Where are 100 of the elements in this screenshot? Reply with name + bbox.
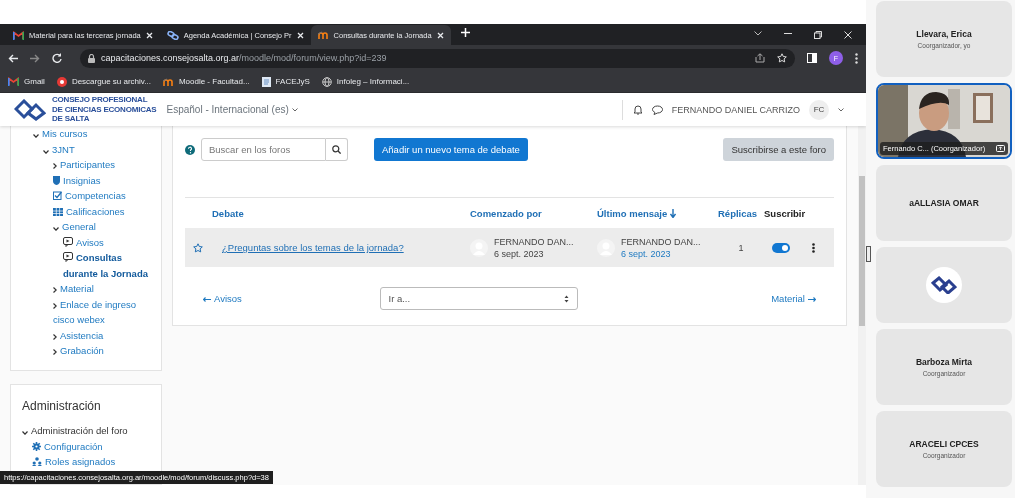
column-header[interactable]: Último mensaje xyxy=(597,207,718,219)
chevron-right-icon[interactable] xyxy=(53,287,57,293)
chevron-right-icon[interactable] xyxy=(53,163,57,169)
scrollbar[interactable] xyxy=(858,126,866,485)
back-icon[interactable] xyxy=(8,53,18,63)
block-title: Administración xyxy=(22,399,102,413)
nav-item[interactable]: Asistencia xyxy=(33,327,155,343)
participant-name: aALLASIA OMAR xyxy=(909,198,979,208)
logo-text: CONSEJO PROFESIONAL DE CIENCIAS ECONOMICAS DE SALTA xyxy=(52,95,157,124)
logo-icon xyxy=(931,276,957,294)
bookmark[interactable]: Gmail xyxy=(8,77,45,86)
restore-icon[interactable] xyxy=(814,30,822,39)
column-header[interactable]: Réplicas xyxy=(718,207,764,219)
side-panel-icon[interactable] xyxy=(807,53,817,63)
bookmark[interactable]: Descargue su archiv... xyxy=(56,76,151,87)
chevron-right-icon[interactable] xyxy=(53,302,57,309)
nav-item[interactable]: Mis cursos xyxy=(33,126,155,142)
search-button[interactable] xyxy=(326,138,348,161)
mail-icon xyxy=(13,30,24,40)
bookmark[interactable]: Infoleg – Informaci... xyxy=(321,76,410,87)
bookmark[interactable]: Moodle - Facultad... xyxy=(162,77,250,86)
link-icon xyxy=(166,30,179,40)
globe-icon xyxy=(321,76,332,87)
scrollbar-thumb[interactable] xyxy=(859,176,865,326)
nav-item[interactable]: Grabación xyxy=(33,343,155,359)
subscribe-toggle[interactable] xyxy=(772,242,790,253)
checkbox-icon xyxy=(53,191,62,200)
participant-tile[interactable] xyxy=(876,247,1012,323)
bookmark[interactable]: FACEJyS xyxy=(261,76,310,87)
chevron-down-icon[interactable] xyxy=(754,30,762,36)
participant-tile[interactable]: aALLASIA OMAR xyxy=(876,165,1012,241)
chevron-down-icon[interactable] xyxy=(33,134,39,138)
column-header[interactable]: Comenzado por xyxy=(470,207,597,219)
forum-icon xyxy=(63,236,73,247)
jump-select[interactable]: Ir a... xyxy=(379,287,578,310)
user-name[interactable]: FERNANDO DANIEL CARRIZO xyxy=(671,104,800,115)
chevron-down-icon[interactable] xyxy=(53,227,59,231)
arrow-right-icon xyxy=(808,297,816,302)
discussion-link[interactable]: ¿Preguntas sobre los temas de la jornada? xyxy=(206,242,470,253)
minimize-icon[interactable] xyxy=(784,30,792,36)
participant-name: Llevara, Erica xyxy=(916,29,972,39)
shield-icon xyxy=(53,175,60,185)
close-icon[interactable] xyxy=(844,30,852,39)
mail-icon xyxy=(8,77,19,86)
forward-icon[interactable] xyxy=(30,53,40,63)
participant-name: Barboza Mirta xyxy=(915,357,973,367)
reply-count: 1 xyxy=(737,242,745,253)
language-menu[interactable]: Español - Internacional (es) xyxy=(166,104,298,115)
nav-item[interactable]: Avisos xyxy=(33,234,155,250)
chevron-right-icon[interactable] xyxy=(53,333,57,340)
search-field[interactable]: Buscar en los foros xyxy=(201,138,326,161)
nav-item[interactable]: Administración del foro xyxy=(22,423,155,439)
circle-icon xyxy=(56,76,67,87)
star-icon[interactable] xyxy=(193,242,203,253)
reload-icon[interactable] xyxy=(52,53,62,63)
resize-handle[interactable] xyxy=(866,246,871,262)
sort-down-icon[interactable] xyxy=(670,208,677,218)
next-link[interactable]: Material xyxy=(771,293,816,304)
lock-icon xyxy=(88,53,95,63)
post-date-link[interactable]: 6 sept. 2023 xyxy=(621,248,701,259)
user-avatar[interactable]: FC xyxy=(809,99,829,120)
address-bar[interactable]: capacitaciones.consejosalta.org.ar/moodle/mod/forum/view.php?id=239 xyxy=(80,48,795,68)
close-icon[interactable] xyxy=(145,31,153,39)
chat-icon[interactable] xyxy=(651,104,663,115)
more-icon[interactable] xyxy=(812,242,815,253)
new-tab-icon[interactable] xyxy=(460,27,470,37)
close-icon[interactable] xyxy=(296,31,304,39)
nav-item[interactable]: Participantes xyxy=(33,157,155,173)
more-icon[interactable] xyxy=(855,52,858,64)
nav-item[interactable]: Competencias xyxy=(33,188,155,204)
nav-item[interactable]: 3JNT xyxy=(33,141,155,157)
column-header: Suscribir xyxy=(764,207,807,219)
help-icon[interactable] xyxy=(185,144,195,155)
nav-item[interactable]: Roles asignados xyxy=(22,454,155,470)
participant-name: ARACELI CPCES xyxy=(909,439,979,449)
add-discussion-button[interactable]: Añadir un nuevo tema de debate xyxy=(374,138,528,161)
forum-icon xyxy=(63,252,73,262)
bell-icon[interactable] xyxy=(632,104,643,115)
chevron-down-icon[interactable] xyxy=(43,149,49,154)
author-name: FERNANDO DAN... xyxy=(621,236,701,247)
share-icon[interactable] xyxy=(755,53,765,63)
current-nav-item[interactable]: Consultas durante la Jornada xyxy=(33,250,155,281)
nav-item[interactable]: Material xyxy=(33,281,155,297)
previous-link[interactable]: Avisos xyxy=(203,293,242,304)
close-icon[interactable] xyxy=(436,31,444,39)
nav-item[interactable]: Calificaciones xyxy=(33,203,155,219)
chevron-right-icon[interactable] xyxy=(53,349,57,355)
column-header[interactable]: Debate xyxy=(206,207,470,219)
chevron-down-icon[interactable] xyxy=(22,431,28,435)
nav-item[interactable]: Configuración xyxy=(22,438,155,454)
moodle-icon xyxy=(317,31,329,39)
users-icon xyxy=(32,457,42,466)
caret-icon[interactable] xyxy=(838,107,844,112)
moodle-icon xyxy=(162,77,174,86)
nav-item[interactable]: General xyxy=(33,219,155,235)
subscribe-button[interactable]: Suscribirse a este foro xyxy=(723,138,834,161)
nav-item[interactable]: Insignias xyxy=(33,172,155,188)
table-icon xyxy=(53,207,63,216)
search-icon xyxy=(332,145,341,154)
nav-item[interactable]: Enlace de ingreso cisco webex xyxy=(33,296,155,328)
